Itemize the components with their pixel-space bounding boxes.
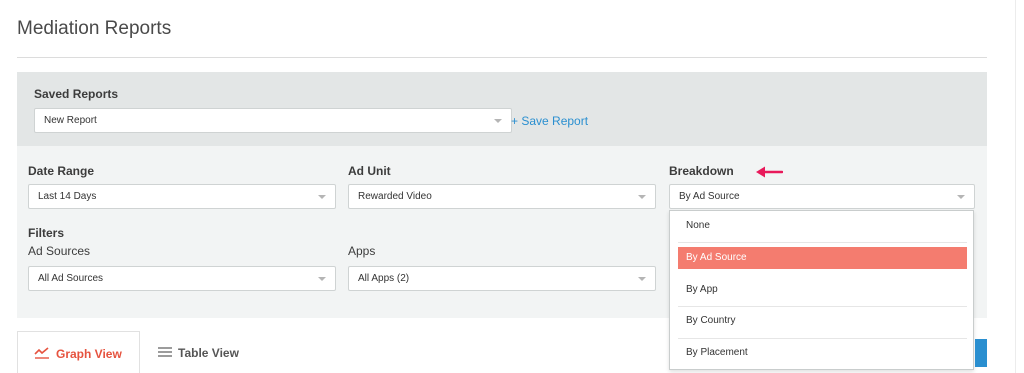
ad-sources-label: Ad Sources [28,244,91,258]
ad-sources-value: All Ad Sources [38,273,104,284]
ad-unit-value: Rewarded Video [358,191,432,202]
apps-value: All Apps (2) [358,273,410,284]
partially-visible-button[interactable] [975,339,987,367]
apps-select[interactable]: All Apps (2) [348,266,656,291]
chevron-down-icon [318,195,326,199]
breakdown-option-by-app[interactable]: By App [678,279,967,301]
save-report-link[interactable]: + Save Report [511,114,588,128]
ad-sources-select[interactable]: All Ad Sources [28,266,336,291]
breakdown-option-by-country[interactable]: By Country [678,310,967,332]
breakdown-option-none[interactable]: None [678,215,967,237]
menu-divider [678,242,967,243]
breakdown-value: By Ad Source [679,191,740,202]
list-icon [158,347,172,357]
saved-reports-select[interactable]: New Report [34,108,512,133]
chevron-down-icon [494,119,502,123]
chevron-down-icon [638,277,646,281]
tab-table-view[interactable]: Table View [158,346,239,360]
chevron-down-icon [957,195,965,199]
arrow-left-icon [756,166,783,178]
menu-divider [678,338,967,339]
date-range-label: Date Range [28,164,95,178]
date-range-value: Last 14 Days [38,191,97,202]
breakdown-dropdown-menu: None By Ad Source By App By Country By P… [669,210,974,370]
tab-graph-view[interactable]: Graph View [17,331,140,373]
menu-divider [678,306,967,307]
chevron-down-icon [638,195,646,199]
title-divider [17,57,987,58]
saved-reports-label: Saved Reports [34,87,119,101]
saved-reports-value: New Report [44,115,97,126]
ad-unit-label: Ad Unit [348,164,391,178]
tab-table-view-label: Table View [178,346,239,360]
filters-section-label: Filters [28,226,65,240]
page-title: Mediation Reports [17,18,172,39]
apps-label: Apps [348,244,376,258]
date-range-select[interactable]: Last 14 Days [28,184,336,209]
breakdown-select[interactable]: By Ad Source [669,184,975,209]
tab-graph-view-label: Graph View [56,347,122,361]
ad-unit-select[interactable]: Rewarded Video [348,184,656,209]
breakdown-option-by-placement[interactable]: By Placement [678,342,967,364]
chevron-down-icon [318,277,326,281]
breakdown-option-by-ad-source[interactable]: By Ad Source [678,247,967,269]
line-chart-icon [34,347,49,359]
breakdown-label: Breakdown [669,164,734,178]
page-edge-divider [1015,0,1016,373]
